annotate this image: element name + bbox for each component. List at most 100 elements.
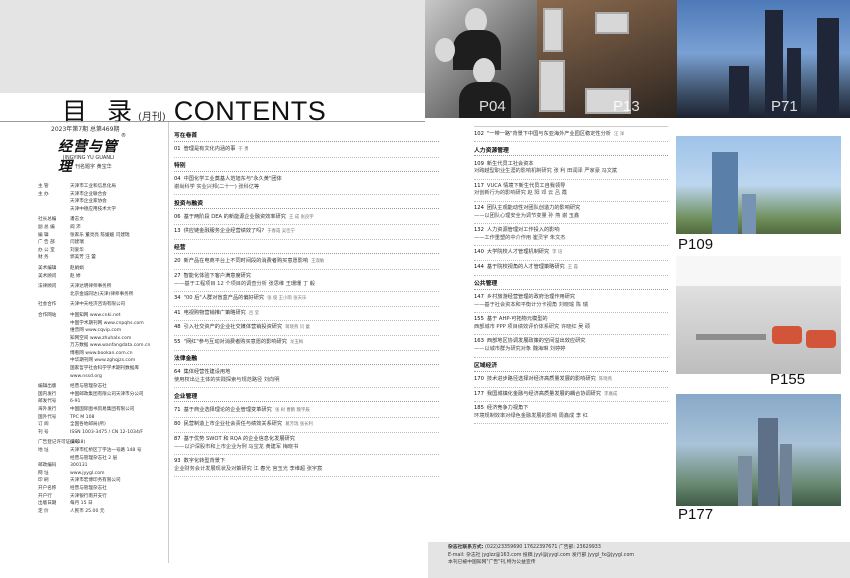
masthead-value: 天津中德应用技术大学 bbox=[70, 206, 116, 212]
masthead-value: 300131 bbox=[70, 463, 88, 469]
masthead-value: 经营与管理杂志社 bbox=[70, 384, 107, 390]
article-entry[interactable]: 71 基于商业选择理论的企业管理变革研究张 树 曹鹏 魏宇辰 bbox=[174, 406, 439, 419]
article-entry[interactable]: 20 新产品在电商平台上不同时间段的消费者购买意愿影响 王淑敏 bbox=[174, 258, 439, 271]
article-entry[interactable]: 80 民营制造上市企业社会责任与绩效关系研究 葛芳瑞 张长利 bbox=[174, 421, 439, 433]
issue-number: 2023年第7期 总第469期 bbox=[51, 126, 120, 133]
article-entry[interactable]: 124 团队主观能动性对团队创造力的影响研究 ——以团队心理安全为调节变量 孙 燕 … bbox=[474, 204, 668, 225]
column-top-rule bbox=[474, 126, 668, 127]
contents-section: 法律金融 64 集体经营性建设用地 使用权出让主体的实践探索与规范路径 刘向明 bbox=[174, 353, 439, 389]
article-title: 基于 AHP-可拓物元模型的 bbox=[486, 316, 548, 323]
section-heading: 法律金融 bbox=[174, 353, 439, 365]
article-entry[interactable]: 34 "00 后"人群对盲盒产品的偏好研究张 俊 王小雨 张天乐 bbox=[174, 295, 439, 307]
masthead-key: 社长总编 bbox=[38, 217, 57, 223]
masthead-key: 法律顾问 bbox=[38, 284, 57, 290]
article-title: 供应链金融服务企业经营绩效了吗? bbox=[183, 228, 265, 235]
article-entry[interactable]: 06 基于两阶段 DEA 的新能源企业融资效率研究王 成 张良宇 bbox=[174, 213, 439, 226]
masthead-row: 网 址 www.jyygl.com bbox=[38, 470, 168, 478]
article-entry[interactable]: 144 基于院校视角的人才管理策略研究王 霞 bbox=[474, 263, 668, 276]
article-page-number: 144 bbox=[474, 263, 484, 270]
title-inscription: 刊名题字 黄宝华 bbox=[75, 164, 112, 170]
masthead-key: 邮政编码 bbox=[38, 463, 57, 469]
article-author: 于 勇 bbox=[238, 147, 249, 152]
article-author: 王 成 张良宇 bbox=[288, 214, 314, 220]
article-entry[interactable]: 177 我国城镇化金融与经济高质量发展的耦合协调研究 李嘉成 bbox=[474, 390, 668, 403]
article-entry[interactable]: 185 经济竞争力视角下 环境规制效率对绿色金融发展的影响 周鑫成 李 红 bbox=[474, 405, 668, 425]
masthead-key: 主 办 bbox=[38, 191, 49, 197]
title-english: CONTENTS bbox=[173, 96, 327, 126]
masthead-key: 出版日期 bbox=[38, 501, 57, 507]
contents-section: 公共管理 147 乡村旅游经营管理的政府治理作用研究 ——基于社会资本和平衡计分卡视角… bbox=[474, 278, 668, 358]
article-title: 数字化转型背景下 bbox=[183, 458, 226, 465]
masthead-row: 订 阅 全国各地邮局(所) bbox=[38, 421, 168, 429]
article-entry[interactable]: 132 人力资源管理对工作投入的影响 ——工作重塑的中介作用 崔灵宇 朱文杰 bbox=[474, 227, 668, 247]
article-title: 基于优势 SWOT 和 RQA 的企业信息化发展研究 bbox=[183, 436, 295, 442]
contents-section: 102 "一带一路"背景下中国与东亚海外产业园区稳定性分析汪 洋 bbox=[474, 130, 668, 143]
article-title: 新生代员工社会资本 bbox=[486, 160, 534, 167]
section-heading: 投资与融资 bbox=[174, 198, 439, 210]
masthead-key: 印 刷 bbox=[38, 478, 49, 484]
skyscraper bbox=[780, 444, 792, 506]
article-entry[interactable]: 117 VUCA 情境下新生代员工自我领导 对创新行为的影响研究 赵 阳 邓 云 吕… bbox=[474, 182, 668, 202]
article-page-number: 04 bbox=[174, 176, 181, 183]
article-entry[interactable]: 55 "网红"参与互动对消费者购买意愿的影响研究 龙玉梅 bbox=[174, 339, 439, 351]
article-entry[interactable]: 13 供应链金融服务企业经营绩效了吗? 于春霞 吴佳宁 bbox=[174, 228, 439, 240]
masthead-key bbox=[38, 198, 70, 206]
masthead-row: 国外代号 TPC M 108 bbox=[38, 414, 168, 422]
masthead-row: 知网空间 www.zhuhalx.com bbox=[38, 335, 168, 343]
article-entry[interactable]: 04 中国化学工业奠基人范旭东与"永久黄"团体 谢尚科学 实业兴邦(二十一) 张科亿… bbox=[174, 176, 439, 196]
masthead-row: 印 刷 天津市宏博印务有限公司 bbox=[38, 477, 168, 485]
article-entry[interactable]: 41 电视购物营销推广策略研究吕 莹 bbox=[174, 309, 439, 322]
article-page-number: 185 bbox=[474, 405, 484, 412]
masthead-key: 编 辑 bbox=[38, 232, 49, 238]
article-subtitle: 使用权出让主体的实践探索与规范路径 刘向明 bbox=[174, 376, 280, 383]
article-entry[interactable]: 87 基于优势 SWOT 和 RQA 的企业信息化发展研究 ——以沪深股市和上市企业… bbox=[174, 436, 439, 456]
masthead-value: 张家乐 董亮亮 陈媛媛 闫建瑞 bbox=[70, 232, 130, 238]
article-entry[interactable]: 109 新生代员工社会资本 对跨越型职业生涯的影响机制研究 张 利 田润泽 严家豪 … bbox=[474, 160, 668, 180]
laptop bbox=[539, 60, 565, 112]
article-title: "网红"参与互动对消费者购买意愿的影响研究 bbox=[183, 339, 287, 346]
masthead-row: www.nssd.org bbox=[38, 373, 168, 381]
article-title: 电视购物营销推广策略研究 bbox=[183, 309, 246, 316]
article-page-number: 71 bbox=[174, 406, 181, 413]
article-author: 陈晓燕 bbox=[598, 377, 613, 383]
article-entry[interactable]: 01 管理是有文化内涵的事于 勇 bbox=[174, 146, 439, 158]
masthead-key bbox=[38, 357, 70, 365]
article-entry[interactable]: 48 引入社交资产的企业社交媒体营销投资研究 蒋晓燕 闫 蕾 bbox=[174, 324, 439, 337]
masthead-key: 美术编辑 bbox=[38, 265, 57, 271]
article-author: 龙玉梅 bbox=[289, 340, 304, 346]
article-entry[interactable]: 93 数字化转型背景下 企业财务会计发展现状及对策研究 江 春光 宫玉光 李维超 张… bbox=[174, 458, 439, 478]
article-entry[interactable]: 27 智能化体验下客户满意度研究 ——基于工程项目 12 个项目的调查分析 张思维 … bbox=[174, 273, 439, 293]
article-title: 管理是有文化内涵的事 bbox=[183, 146, 236, 152]
skyscraper bbox=[758, 418, 778, 506]
skyscraper bbox=[729, 66, 749, 118]
article-author: 汪 洋 bbox=[614, 131, 625, 137]
masthead-value: 闫建瑞 bbox=[70, 240, 84, 246]
masthead-value: 万方数据 www.wanfangdata.com.cn bbox=[70, 343, 151, 349]
masthead-value: 郭美芳 汪 蕾 bbox=[70, 255, 96, 261]
article-page-number: 06 bbox=[174, 213, 181, 220]
masthead-row: 刊 号 ISSN 1003-3475 / CN 12-1034/F bbox=[38, 429, 168, 437]
masthead-key: 广 告 部 bbox=[38, 240, 55, 246]
article-entry[interactable]: 155 基于 AHP-可拓物元模型的 西部城市 PPP 项目绩效评价体系研究 许晓红… bbox=[474, 316, 668, 336]
masthead-value: TPC M 108 bbox=[70, 414, 95, 420]
article-entry[interactable]: 170 技术进步路径选择对经济高质量发展的影响研究 陈晓燕 bbox=[474, 376, 668, 388]
article-entry[interactable]: 64 集体经营性建设用地 使用权出让主体的实践探索与规范路径 刘向明 bbox=[174, 369, 439, 389]
article-title: 引入社交资产的企业社交媒体营销投资研究 bbox=[183, 324, 283, 331]
masthead-key bbox=[38, 327, 70, 335]
masthead-value: www.nssd.org bbox=[70, 373, 102, 379]
article-title: "一带一路"背景下中国与东亚海外产业园区稳定性分析 bbox=[486, 130, 611, 137]
contents-section: 写在卷首 01 管理是有文化内涵的事于 勇 bbox=[174, 130, 439, 158]
article-entry[interactable]: 147 乡村旅游经营管理的政府治理作用研究 ——基于社会资本和平衡计分卡视角 刘晓瑜… bbox=[474, 294, 668, 314]
article-entry[interactable]: 140 大学院校人才管理机制研究李 培 bbox=[474, 249, 668, 261]
section-heading: 人力资源管理 bbox=[474, 145, 668, 157]
article-page-number: 93 bbox=[174, 458, 181, 465]
masthead-value: 中国学术期刊网 www.cnpqhs.com bbox=[70, 320, 144, 326]
masthead-row: 地 址 天津市红桥区丁字沽一号路 148 号 bbox=[38, 447, 168, 455]
masthead-row: 美术编辑 赵娟娟 bbox=[38, 265, 168, 273]
article-author: 蒋晓燕 闫 蕾 bbox=[285, 325, 310, 331]
masthead-row: 博看网 www.bookan.com.cn bbox=[38, 350, 168, 358]
article-entry[interactable]: 163 西部地区协调发展政策的空间溢出效应研究 ——以城市群为研究对象 魏海琳 刘婷… bbox=[474, 338, 668, 358]
article-entry[interactable]: 102 "一带一路"背景下中国与东亚海外产业园区稳定性分析汪 洋 bbox=[474, 130, 668, 143]
article-title: "00 后"人群对盲盒产品的偏好研究 bbox=[183, 295, 265, 302]
column-divider bbox=[168, 122, 169, 563]
